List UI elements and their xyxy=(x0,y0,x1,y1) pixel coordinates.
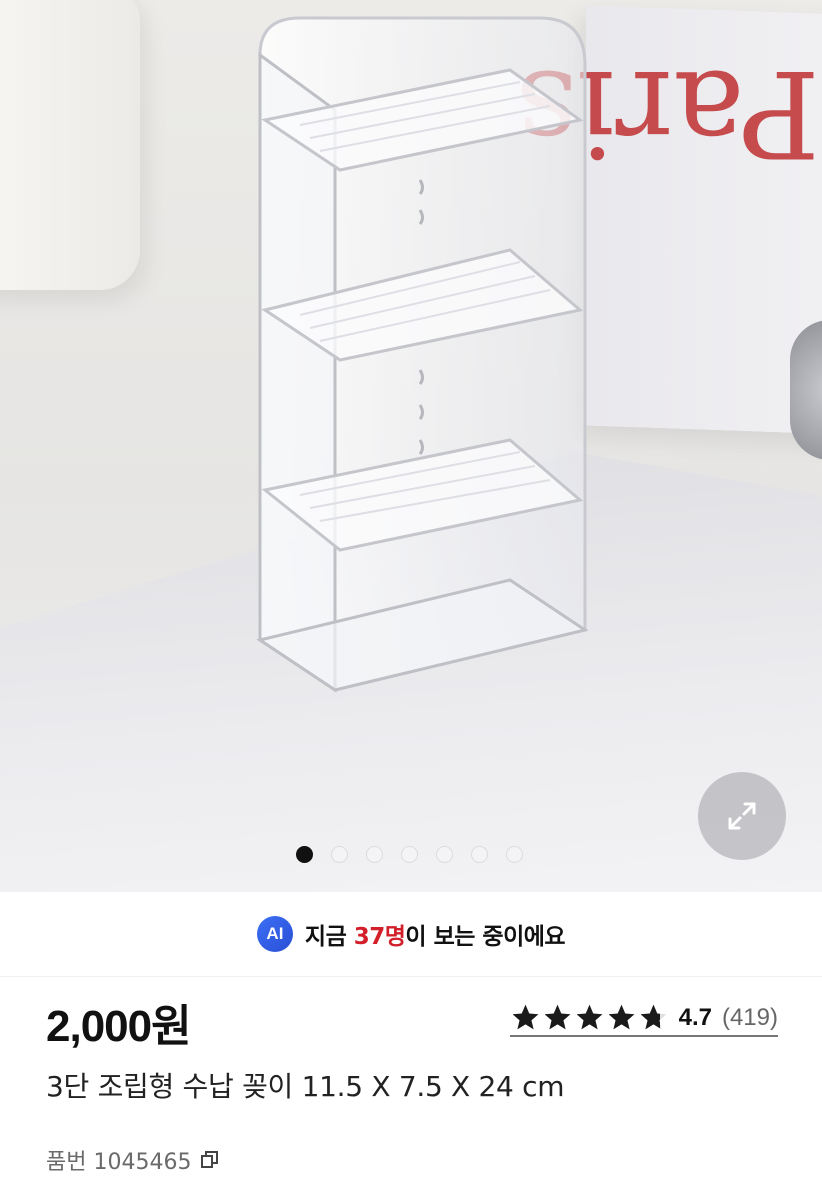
live-viewers-text: 지금 37명이 보는 중이에요 xyxy=(304,917,566,951)
gallery-dot[interactable] xyxy=(331,846,348,863)
product-image-gallery[interactable]: Paris xyxy=(0,0,822,892)
rating-stars xyxy=(510,1002,669,1033)
background-sofa xyxy=(0,0,140,290)
star-full-icon xyxy=(512,1004,539,1030)
product-sku: 품번 1045465 xyxy=(46,1144,221,1176)
live-viewers-prefix: 지금 xyxy=(304,924,354,950)
sku-text: 품번 1045465 xyxy=(46,1150,192,1175)
gallery-dot[interactable] xyxy=(296,846,313,863)
rating-value: 4.7 xyxy=(678,1003,712,1031)
gallery-dot[interactable] xyxy=(471,846,488,863)
gallery-dot[interactable] xyxy=(506,846,523,863)
expand-arrows-icon xyxy=(728,802,756,830)
live-viewers-count: 37명 xyxy=(353,924,406,950)
gallery-dot[interactable] xyxy=(366,846,383,863)
background-wheel xyxy=(790,320,822,460)
product-price: 2,000원 xyxy=(46,1002,192,1051)
star-full-icon xyxy=(544,1004,571,1030)
expand-image-button[interactable] xyxy=(698,772,786,860)
copy-icon[interactable] xyxy=(199,1149,221,1171)
product-rating-link[interactable]: 4.7 (419) xyxy=(509,1002,778,1037)
star-full-icon xyxy=(608,1004,635,1030)
gallery-dot[interactable] xyxy=(436,846,453,863)
product-photo-shelf xyxy=(256,16,589,693)
review-count: (419) xyxy=(721,1003,778,1031)
ai-badge: AI xyxy=(256,916,293,952)
gallery-pagination xyxy=(296,846,523,863)
star-partial-icon xyxy=(640,1004,667,1030)
product-title: 3단 조립형 수납 꽂이 11.5 X 7.5 X 24 cm xyxy=(46,1070,565,1103)
gallery-dot[interactable] xyxy=(401,846,418,863)
live-viewers-suffix: 이 보는 중이에요 xyxy=(405,924,566,950)
star-full-icon xyxy=(576,1004,603,1030)
live-viewers-banner: AI 지금 37명이 보는 중이에요 xyxy=(0,892,822,977)
